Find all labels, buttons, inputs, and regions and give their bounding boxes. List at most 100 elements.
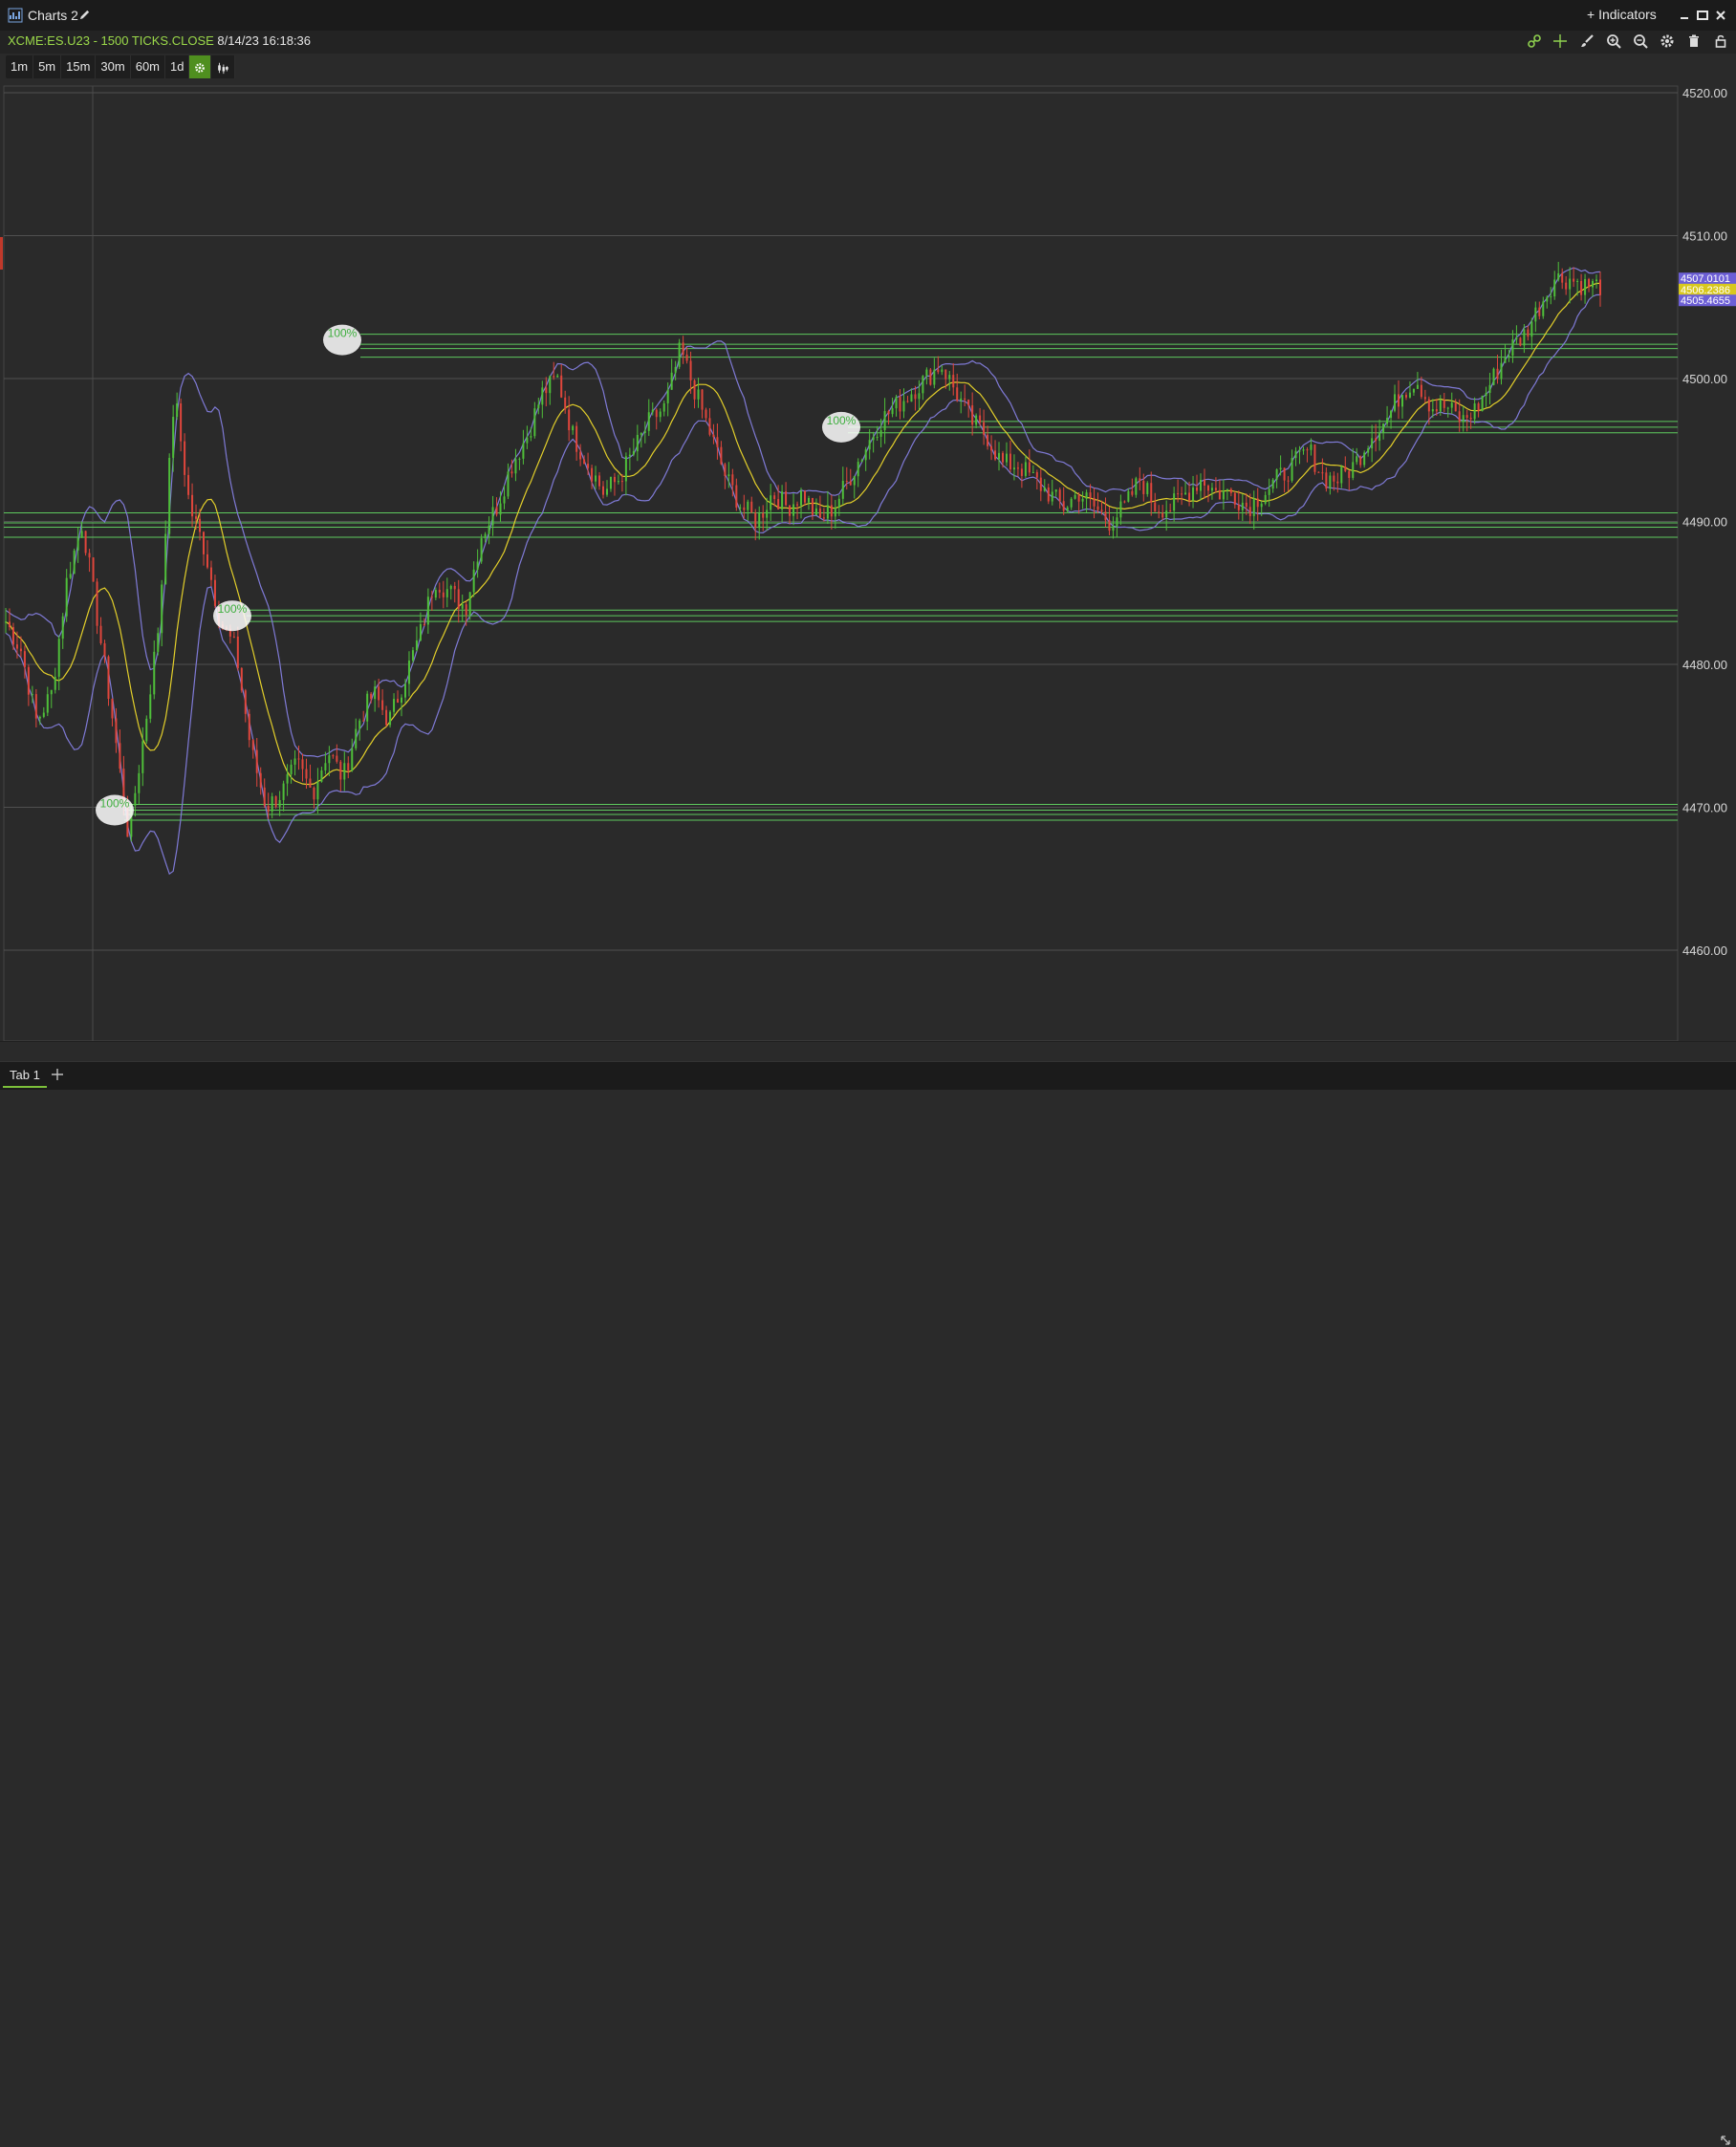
candle-body xyxy=(1378,432,1381,442)
candle-body xyxy=(1256,498,1259,508)
candle-body xyxy=(1028,462,1031,473)
candle-body xyxy=(362,720,365,722)
candle-body xyxy=(1271,479,1274,489)
candle-body xyxy=(647,412,650,431)
candle-body xyxy=(1116,517,1118,527)
candle-body xyxy=(670,372,673,390)
tab-1[interactable]: Tab 1 xyxy=(3,1065,47,1088)
candle-body xyxy=(476,561,479,570)
y-tick-label: 4490.00 xyxy=(1682,515,1727,530)
candle-body xyxy=(278,799,281,807)
chart-type-button[interactable] xyxy=(211,55,236,78)
candle-body xyxy=(918,393,921,400)
timeframe-15m-button[interactable]: 15m xyxy=(61,55,97,78)
indicators-button[interactable]: + Indicators xyxy=(1587,7,1657,22)
candle-body xyxy=(1375,438,1378,442)
settings-icon[interactable] xyxy=(1660,33,1675,49)
add-tab-icon[interactable] xyxy=(50,1067,65,1082)
trash-icon[interactable] xyxy=(1686,33,1702,49)
candle-body xyxy=(1154,502,1157,512)
chart-settings-button[interactable] xyxy=(189,55,212,78)
crosshair-icon[interactable] xyxy=(1552,33,1568,49)
lock-icon[interactable] xyxy=(1713,33,1728,49)
candle-body xyxy=(38,716,41,719)
candle-body xyxy=(1340,466,1343,484)
chart-icon xyxy=(8,8,23,23)
candle-body xyxy=(720,446,723,465)
candle-body xyxy=(1508,356,1510,358)
timeframe-1m-button[interactable]: 1m xyxy=(6,55,34,78)
candle-body xyxy=(990,445,993,451)
candle-body xyxy=(1352,462,1355,478)
candle-body xyxy=(1321,472,1324,474)
price-chart[interactable]: 100% 100% 100% 100% 4520.00 4510.00 4500.00 44… xyxy=(0,82,1736,1058)
candle-body xyxy=(685,355,688,361)
upper-band-line xyxy=(5,267,1601,758)
candle-body xyxy=(1127,490,1130,502)
maximize-icon[interactable] xyxy=(1696,9,1709,22)
candle-body xyxy=(1344,466,1347,471)
candle-body xyxy=(293,758,296,765)
candle-body xyxy=(1131,490,1134,495)
zoom-out-icon[interactable] xyxy=(1633,33,1648,49)
lower-band-line xyxy=(5,293,1601,876)
candle-body xyxy=(1009,453,1011,470)
candle-body xyxy=(153,651,156,695)
candle-body xyxy=(766,510,769,518)
timeframe-30m-button[interactable]: 30m xyxy=(96,55,131,78)
candle-body xyxy=(199,518,202,532)
candle-body xyxy=(1538,307,1541,316)
candle-body xyxy=(430,596,433,598)
candle-body xyxy=(397,699,400,704)
gear-icon xyxy=(195,62,206,73)
candle-body xyxy=(290,764,293,774)
candle-body xyxy=(46,694,49,713)
candle-body xyxy=(240,667,243,691)
candle-body xyxy=(572,425,575,431)
candle-body xyxy=(693,380,696,400)
candle-body xyxy=(92,557,95,582)
candle-body xyxy=(1100,510,1103,512)
candle-body xyxy=(762,512,765,518)
candle-body xyxy=(138,772,141,793)
candle-body xyxy=(937,369,940,373)
y-tick-label: 4520.00 xyxy=(1682,86,1727,100)
candle-body xyxy=(286,773,289,784)
timeframe-60m-button[interactable]: 60m xyxy=(131,55,166,78)
candle-body xyxy=(419,623,422,640)
candle-body xyxy=(1576,280,1579,282)
candle-body xyxy=(1245,502,1248,508)
timeframe-5m-button[interactable]: 5m xyxy=(33,55,62,78)
link-icon[interactable] xyxy=(1527,33,1542,49)
candle-body xyxy=(979,415,982,423)
candle-body xyxy=(232,636,235,638)
zoom-in-icon[interactable] xyxy=(1606,33,1621,49)
brush-icon[interactable] xyxy=(1579,33,1595,49)
candle-body xyxy=(84,531,87,553)
candle-body xyxy=(770,495,772,510)
candle-body xyxy=(1233,492,1236,505)
candle-body xyxy=(65,577,68,617)
candle-body xyxy=(1592,281,1595,288)
candle-body xyxy=(785,491,788,506)
candle-body xyxy=(426,596,429,625)
minimize-icon[interactable] xyxy=(1678,9,1691,22)
candle-body xyxy=(860,460,863,463)
candle-body xyxy=(564,397,567,410)
candle-body xyxy=(99,625,102,643)
resize-icon[interactable] xyxy=(1719,2134,1732,2147)
candle-body xyxy=(747,501,749,510)
candle-body xyxy=(1599,279,1601,295)
candle-body xyxy=(1093,497,1096,507)
pencil-icon[interactable] xyxy=(78,9,91,21)
candle-body xyxy=(1317,471,1320,473)
candle-body xyxy=(274,796,277,807)
candle-body xyxy=(1192,487,1195,501)
candle-body xyxy=(1150,483,1153,503)
candle-body xyxy=(34,694,37,719)
candle-body xyxy=(50,689,53,695)
chart-canvas[interactable]: 100% 100% 100% 100% 4520.00 4510.00 4500.00 44… xyxy=(0,82,1736,1058)
candle-body xyxy=(605,488,608,495)
close-icon[interactable] xyxy=(1714,9,1727,22)
timeframe-1d-button[interactable]: 1d xyxy=(165,55,190,78)
